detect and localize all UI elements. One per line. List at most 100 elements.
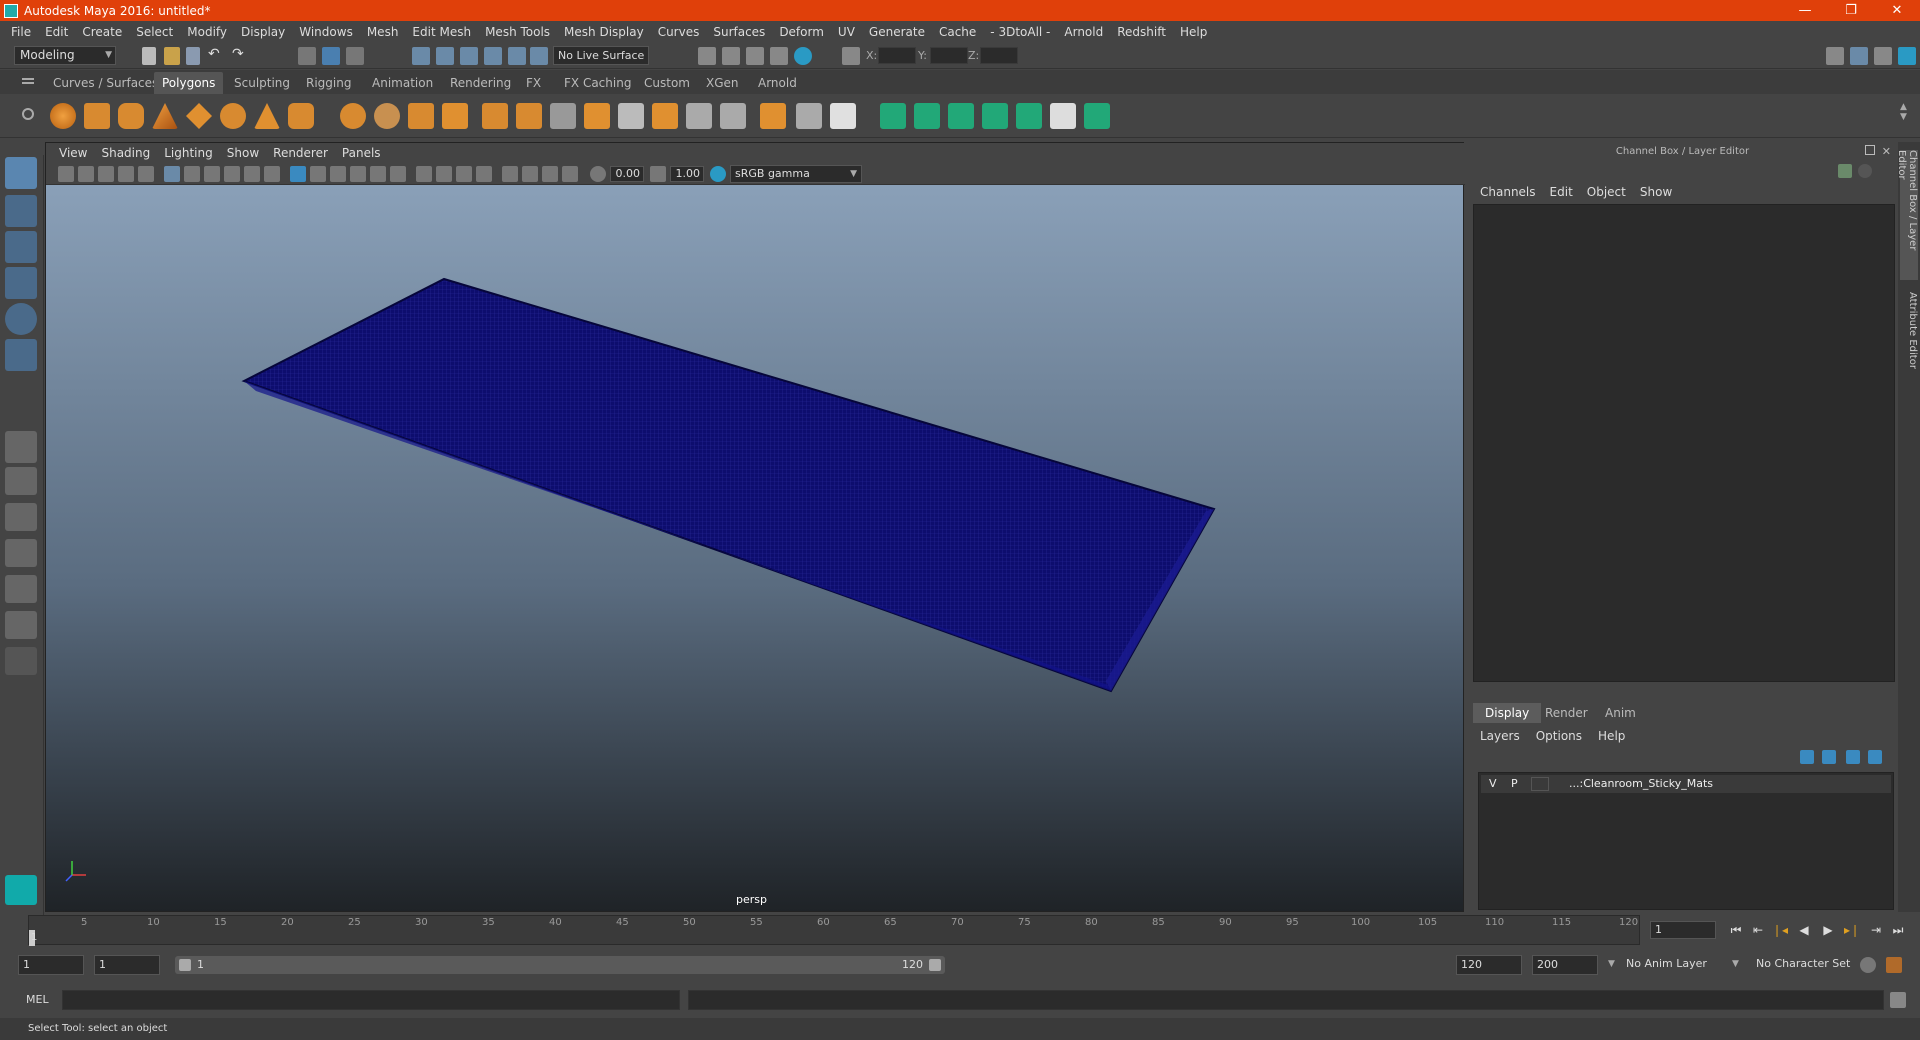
y-coordinate-field[interactable] bbox=[930, 47, 968, 64]
live-surface-field[interactable]: No Live Surface bbox=[553, 46, 649, 65]
tab-sculpting[interactable]: Sculpting bbox=[226, 72, 298, 94]
bounding-box-icon[interactable] bbox=[796, 103, 822, 129]
perspective-viewport[interactable]: persp bbox=[46, 185, 1463, 911]
render-settings-icon[interactable] bbox=[698, 47, 716, 65]
select-object-icon[interactable] bbox=[322, 47, 340, 65]
tool-settings-toggle-icon[interactable] bbox=[1874, 47, 1892, 65]
viewport-menu-panels[interactable]: Panels bbox=[335, 146, 388, 160]
menu-mesh-tools[interactable]: Mesh Tools bbox=[478, 25, 557, 39]
multi-cut-icon[interactable] bbox=[550, 103, 576, 129]
poly-pipe-icon[interactable] bbox=[288, 103, 314, 129]
move-layer-up-icon[interactable] bbox=[1800, 750, 1814, 764]
tab-render[interactable]: Render bbox=[1533, 703, 1600, 723]
time-ruler[interactable]: 1 5 10 15 20 25 30 35 40 45 50 55 60 65 … bbox=[28, 915, 1640, 946]
auto-key-icon[interactable] bbox=[1860, 957, 1876, 973]
mat-mesh[interactable] bbox=[241, 277, 1216, 693]
chevron-down-icon[interactable]: ▼ bbox=[1608, 959, 1615, 969]
open-scene-icon[interactable] bbox=[164, 47, 180, 65]
shelf-settings-icon[interactable] bbox=[22, 108, 34, 120]
anti-aliasing-icon[interactable] bbox=[476, 166, 492, 182]
exposure-icon[interactable] bbox=[590, 166, 606, 182]
uv-planar-icon[interactable] bbox=[880, 103, 906, 129]
attribute-editor-toggle-icon[interactable] bbox=[1850, 47, 1868, 65]
tab-rigging[interactable]: Rigging bbox=[298, 72, 359, 94]
channel-box-toggle-icon[interactable] bbox=[1898, 47, 1916, 65]
poly-sphere-icon[interactable] bbox=[50, 103, 76, 129]
uv-spherical-icon[interactable] bbox=[948, 103, 974, 129]
menu-arnold[interactable]: Arnold bbox=[1057, 25, 1110, 39]
range-slider[interactable]: 1 120 bbox=[175, 956, 945, 974]
channel-box-area[interactable] bbox=[1473, 204, 1895, 682]
go-to-start-icon[interactable]: ⏮ bbox=[1728, 923, 1744, 937]
checker-icon[interactable] bbox=[830, 103, 856, 129]
menu-layer-help[interactable]: Help bbox=[1598, 729, 1625, 743]
tab-polygons[interactable]: Polygons bbox=[154, 72, 224, 94]
layer-name[interactable]: ...:Cleanroom_Sticky_Mats bbox=[1569, 775, 1713, 793]
snap-view-plane-icon[interactable] bbox=[484, 47, 502, 65]
xray-components-icon[interactable] bbox=[562, 166, 578, 182]
bridge-icon[interactable] bbox=[516, 103, 542, 129]
close-icon[interactable]: ✕ bbox=[1882, 145, 1891, 158]
chevron-down-icon[interactable]: ▼ bbox=[1732, 959, 1739, 969]
layer-playback-toggle[interactable]: P bbox=[1511, 775, 1518, 793]
side-tab-channel-box[interactable]: Channel Box / Layer Editor bbox=[1896, 150, 1918, 280]
tab-anim[interactable]: Anim bbox=[1593, 703, 1648, 723]
float-panel-icon[interactable] bbox=[1865, 145, 1875, 155]
poly-cylinder-icon[interactable] bbox=[118, 103, 144, 129]
x-coordinate-field[interactable] bbox=[878, 47, 916, 64]
snap-point-icon[interactable] bbox=[460, 47, 478, 65]
shelf-menu-icon[interactable] bbox=[22, 78, 34, 80]
menu-modify[interactable]: Modify bbox=[180, 25, 234, 39]
menu-object[interactable]: Object bbox=[1587, 185, 1634, 199]
safe-action-icon[interactable] bbox=[244, 166, 260, 182]
step-forward-key-icon[interactable]: ⇥ bbox=[1868, 923, 1884, 937]
new-scene-icon[interactable] bbox=[142, 47, 156, 65]
menu-cache[interactable]: Cache bbox=[932, 25, 983, 39]
single-pane-layout-icon[interactable] bbox=[5, 431, 37, 463]
poly-torus-icon[interactable] bbox=[220, 103, 246, 129]
center-pivot-icon[interactable] bbox=[720, 103, 746, 129]
rotate-tool-icon[interactable] bbox=[5, 303, 37, 335]
transform-mode-icon[interactable] bbox=[842, 47, 860, 65]
custom-layout-icon[interactable] bbox=[5, 647, 37, 675]
xray-joints-icon[interactable] bbox=[542, 166, 558, 182]
color-management-icon[interactable] bbox=[710, 166, 726, 182]
tab-fx-caching[interactable]: FX Caching bbox=[556, 72, 639, 94]
poly-pyramid-icon[interactable] bbox=[254, 103, 280, 129]
layer-row[interactable]: V P ...:Cleanroom_Sticky_Mats bbox=[1481, 775, 1891, 793]
image-plane-icon[interactable] bbox=[118, 166, 134, 182]
graph-persp-layout-icon[interactable] bbox=[5, 575, 37, 603]
outliner-persp-layout-icon[interactable] bbox=[5, 539, 37, 567]
gamma-field[interactable]: 1.00 bbox=[670, 166, 704, 182]
mode-selector[interactable]: Modeling ▼ bbox=[14, 46, 116, 65]
combine-icon[interactable] bbox=[340, 103, 366, 129]
playback-start-field[interactable]: 1 bbox=[94, 955, 160, 975]
tab-arnold[interactable]: Arnold bbox=[750, 72, 805, 94]
redo-icon[interactable]: ↷ bbox=[232, 46, 244, 62]
shadows-icon[interactable] bbox=[416, 166, 432, 182]
wireframe-icon[interactable] bbox=[290, 166, 306, 182]
step-back-key-icon[interactable]: ⇤ bbox=[1750, 923, 1766, 937]
uv-checker-icon[interactable] bbox=[1050, 103, 1076, 129]
layer-color-swatch[interactable] bbox=[1553, 777, 1565, 791]
film-gate-icon[interactable] bbox=[164, 166, 180, 182]
ipr-render-icon[interactable] bbox=[746, 47, 764, 65]
undo-icon[interactable]: ↶ bbox=[208, 46, 220, 62]
safe-title-icon[interactable] bbox=[264, 166, 280, 182]
isolate-select-icon[interactable] bbox=[502, 166, 518, 182]
viewport-menu-shading[interactable]: Shading bbox=[94, 146, 157, 160]
menu-edit[interactable]: Edit bbox=[38, 25, 75, 39]
snap-curve-icon[interactable] bbox=[436, 47, 454, 65]
smooth-shade-icon[interactable] bbox=[310, 166, 326, 182]
go-to-end-icon[interactable]: ⏭ bbox=[1890, 923, 1906, 937]
menu-display[interactable]: Display bbox=[234, 25, 292, 39]
gate-mask-icon[interactable] bbox=[204, 166, 220, 182]
bevel-icon[interactable] bbox=[482, 103, 508, 129]
snap-surface-icon[interactable] bbox=[508, 47, 526, 65]
menu-uv[interactable]: UV bbox=[831, 25, 862, 39]
close-button[interactable]: ✕ bbox=[1874, 0, 1920, 21]
new-empty-layer-icon[interactable] bbox=[1846, 750, 1860, 764]
field-chart-icon[interactable] bbox=[224, 166, 240, 182]
snap-grid-icon[interactable] bbox=[412, 47, 430, 65]
menu-redshift[interactable]: Redshift bbox=[1110, 25, 1173, 39]
